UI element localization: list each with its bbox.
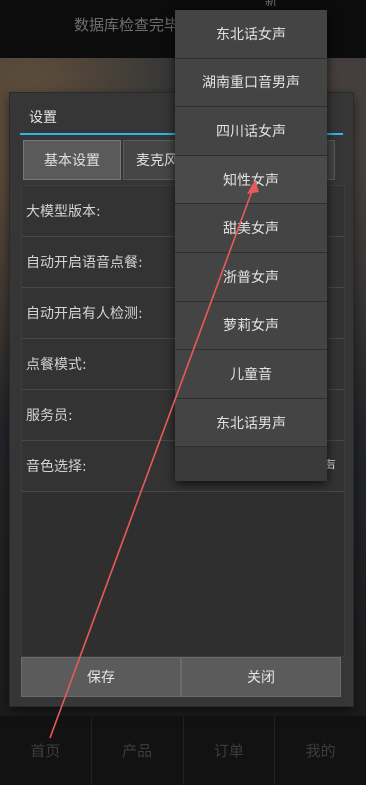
dropdown-option[interactable]: 儿童音	[175, 350, 327, 399]
dropdown-option[interactable]: 甜美女声	[175, 204, 327, 253]
dropdown-option[interactable]: 东北话女声	[175, 10, 327, 59]
dropdown-option[interactable]: 浙普女声	[175, 252, 327, 302]
setting-label: 音色选择:	[26, 459, 87, 475]
tab-basic-settings[interactable]: 基本设置	[23, 140, 121, 180]
setting-label: 点餐模式:	[26, 357, 87, 373]
header-status-tail: 新	[265, 0, 278, 8]
voice-dropdown: 东北话女声 湖南重口音男声 四川话女声 知性女声 甜美女声 浙普女声 萝莉女声 …	[175, 10, 327, 481]
nav-item-home[interactable]: 首页	[0, 716, 92, 785]
setting-label: 服务员:	[26, 408, 73, 424]
close-button[interactable]: 关闭	[181, 657, 341, 697]
bottom-navigation: 首页 产品 订单 我的	[0, 716, 366, 785]
dropdown-option[interactable]: 萝莉女声	[175, 301, 327, 351]
nav-item-products[interactable]: 产品	[92, 716, 184, 785]
nav-item-orders[interactable]: 订单	[184, 716, 276, 785]
dropdown-option[interactable]: 东北话男声	[175, 398, 327, 448]
dropdown-option-highlighted[interactable]: 知性女声	[175, 155, 327, 205]
dialog-title: 设置	[29, 110, 57, 126]
dropdown-option[interactable]: 四川话女声	[175, 107, 327, 156]
dialog-button-bar: 保存 关闭	[21, 657, 341, 697]
setting-label: 自动开启有人检测:	[26, 306, 143, 322]
setting-label: 大模型版本:	[26, 204, 101, 220]
save-button[interactable]: 保存	[21, 657, 181, 697]
nav-item-mine[interactable]: 我的	[275, 716, 366, 785]
dropdown-option[interactable]: 湖南重口音男声	[175, 58, 327, 108]
header-status-text: 数据库检查完毕	[74, 16, 180, 34]
setting-label: 自动开启语音点餐:	[26, 255, 143, 271]
